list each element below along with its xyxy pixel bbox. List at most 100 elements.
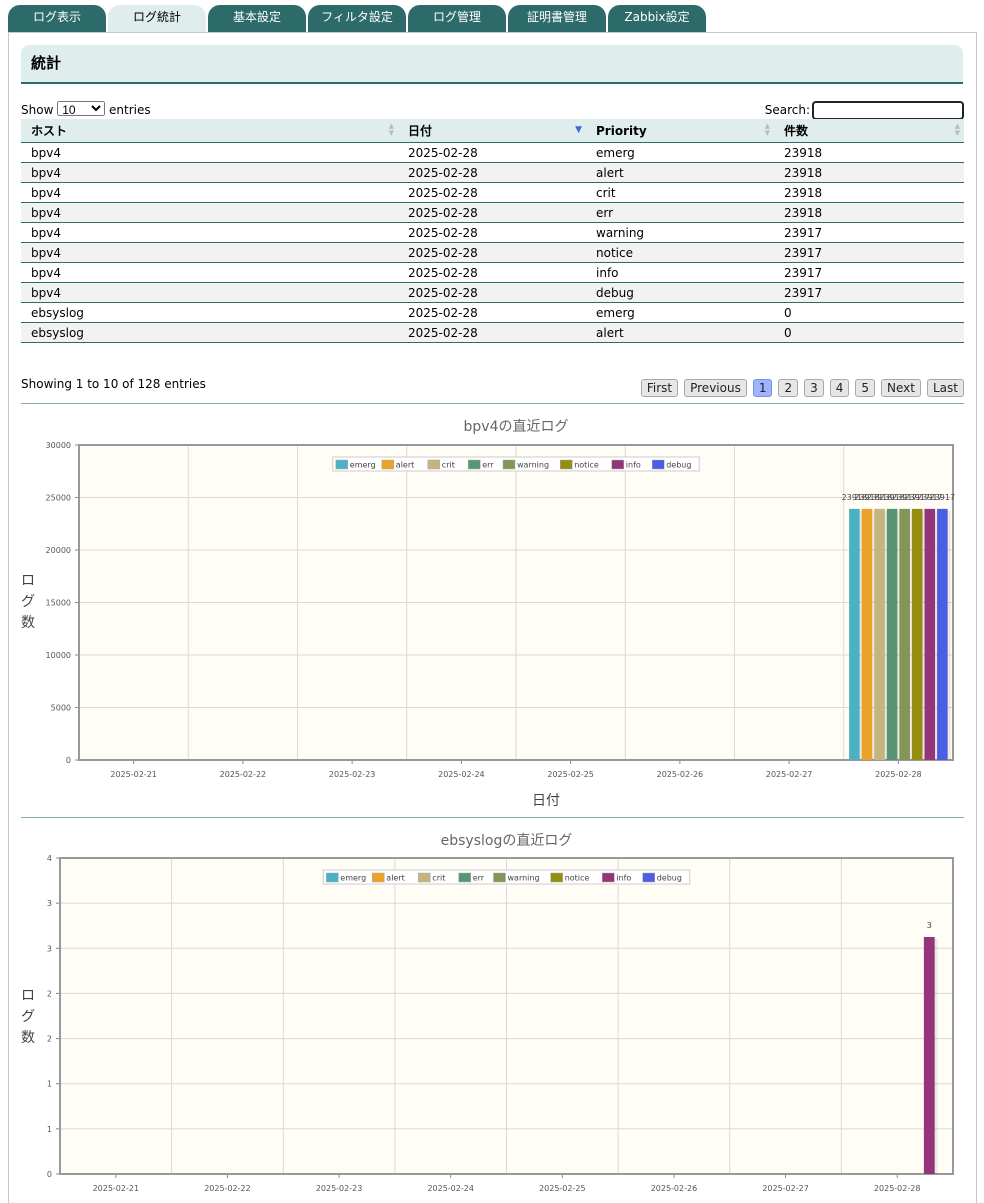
y-tick-label: 3 — [47, 899, 52, 908]
stats-table: ホスト ▲ ▼ 日付 ▼ Priority ▲ ▼ 件数 ▲ ▼ bpv4 2025-02-28… — [21, 119, 964, 343]
tab-certificate-management[interactable]: 証明書管理 — [508, 5, 606, 32]
legend-swatch-err — [458, 872, 471, 883]
legend-swatch-notice — [550, 872, 563, 883]
cell-host: ebsyslog — [21, 302, 398, 323]
page-header: 統計 — [21, 45, 963, 84]
tab-filter-settings[interactable]: フィルタ設定 — [308, 5, 406, 32]
page-button-3[interactable]: 3 — [804, 379, 824, 397]
y-tick-label: 2 — [47, 989, 52, 998]
x-tick-label: 2025-02-22 — [204, 1184, 251, 1193]
legend-label-info: info — [616, 874, 631, 883]
cell-priority: err — [586, 202, 774, 223]
cell-host: bpv4 — [21, 142, 398, 163]
tab-log-view[interactable]: ログ表示 — [8, 5, 106, 32]
column-header-count[interactable]: 件数 ▲ ▼ — [774, 119, 964, 143]
previous-page-button[interactable]: Previous — [684, 379, 747, 397]
x-tick-label: 2025-02-25 — [539, 1184, 586, 1193]
first-page-button[interactable]: First — [640, 379, 679, 397]
legend-label-emerg: emerg — [340, 874, 366, 883]
bar-notice — [911, 508, 923, 760]
chart-title: bpv4の直近ログ — [464, 418, 569, 435]
cell-count: 0 — [774, 302, 964, 323]
cell-priority: alert — [586, 322, 774, 343]
table-info: Showing 1 to 10 of 128 entries — [21, 377, 206, 391]
legend-label-info: info — [626, 461, 641, 470]
x-tick-label: 2025-02-26 — [651, 1184, 698, 1193]
cell-priority: debug — [586, 282, 774, 303]
x-tick-label: 2025-02-28 — [874, 1184, 921, 1193]
tab-basic-settings[interactable]: 基本設定 — [208, 5, 306, 32]
tab-log-management[interactable]: ログ管理 — [408, 5, 506, 32]
length-label-before: Show — [21, 103, 54, 117]
x-tick-label: 2025-02-26 — [657, 770, 704, 779]
legend-swatch-info — [602, 872, 615, 883]
bar-info — [923, 937, 935, 1174]
page-button-4[interactable]: 4 — [829, 379, 850, 397]
y-axis-label: グ — [21, 594, 35, 610]
cell-host: bpv4 — [21, 242, 398, 263]
table-row: bpv4 2025-02-28 alert 23918 — [21, 162, 964, 183]
cell-host: ebsyslog — [21, 322, 398, 343]
chart-ebsyslog: ebsyslogの直近ログ 0 1 1 2 2 3 3 4 2025-02-21 2025-02-2… — [21, 832, 954, 1193]
y-axis-label: ロ — [21, 988, 35, 1004]
bar-crit — [874, 508, 885, 760]
tab-log-stats[interactable]: ログ統計 — [108, 5, 206, 33]
sort-both-icon: ▲ ▼ — [388, 122, 394, 137]
legend-label-crit: crit — [432, 874, 445, 883]
chart-bpv4: bpv4の直近ログ 0 5000 10000 15000 20000 25000 30000 2… — [21, 418, 955, 809]
data-label: 3 — [927, 921, 932, 930]
page-title: 統計 — [31, 54, 62, 72]
cell-priority: info — [586, 262, 774, 283]
entries-per-page-select[interactable]: 10 — [57, 101, 106, 116]
last-page-button[interactable]: Last — [927, 379, 964, 397]
y-tick-label: 20000 — [46, 546, 71, 555]
search-control: Search: — [765, 101, 964, 120]
legend-swatch-alert — [381, 459, 395, 470]
cell-priority: notice — [586, 242, 774, 263]
column-header-date[interactable]: 日付 ▼ — [398, 119, 586, 143]
cell-count: 23918 — [774, 202, 964, 223]
page-button-1[interactable]: 1 — [752, 379, 773, 397]
cell-count: 23917 — [774, 282, 964, 303]
cell-date: 2025-02-28 — [398, 182, 586, 203]
tab-zabbix-settings[interactable]: Zabbix設定 — [608, 5, 706, 32]
bar-err — [886, 508, 898, 760]
y-tick-label: 10000 — [46, 651, 71, 660]
y-tick-label: 1 — [47, 1080, 52, 1089]
cell-host: bpv4 — [21, 162, 398, 183]
page-button-2[interactable]: 2 — [778, 379, 799, 397]
column-header-date-label: 日付 — [408, 124, 433, 138]
legend-swatch-debug — [642, 872, 655, 883]
y-tick-label: 4 — [47, 854, 52, 863]
cell-priority: emerg — [586, 142, 774, 163]
table-row: bpv4 2025-02-28 info 23917 — [21, 262, 964, 283]
search-input[interactable] — [812, 101, 964, 120]
cell-date: 2025-02-28 — [398, 242, 586, 263]
x-tick-label: 2025-02-27 — [762, 1184, 809, 1193]
column-header-priority[interactable]: Priority ▲ ▼ — [586, 119, 774, 143]
table-row: bpv4 2025-02-28 debug 23917 — [21, 282, 964, 303]
column-header-priority-label: Priority — [596, 123, 647, 138]
cell-date: 2025-02-28 — [398, 322, 586, 343]
x-tick-label: 2025-02-23 — [316, 1184, 363, 1193]
bar-alert — [861, 508, 873, 760]
y-tick-label: 15000 — [46, 599, 71, 608]
legend-swatch-crit — [427, 459, 441, 470]
legend-swatch-alert — [372, 872, 385, 883]
x-tick-label: 2025-02-24 — [438, 770, 485, 779]
table-row: bpv4 2025-02-28 warning 23917 — [21, 222, 964, 243]
sort-both-icon: ▲ ▼ — [764, 122, 770, 137]
bar-emerg — [849, 508, 860, 760]
y-tick-label: 0 — [47, 1170, 52, 1179]
column-header-count-label: 件数 — [784, 124, 809, 138]
legend-label-err: err — [482, 461, 494, 470]
length-label-after: entries — [109, 103, 151, 117]
next-page-button[interactable]: Next — [881, 379, 921, 397]
legend-label-alert: alert — [386, 874, 404, 883]
page-button-5[interactable]: 5 — [855, 379, 876, 397]
table-row: bpv4 2025-02-28 notice 23917 — [21, 242, 964, 263]
column-header-host[interactable]: ホスト ▲ ▼ — [21, 119, 398, 143]
legend-label-notice: notice — [574, 461, 599, 470]
table-row: bpv4 2025-02-28 err 23918 — [21, 202, 964, 223]
chart-title: ebsyslogの直近ログ — [441, 832, 573, 849]
